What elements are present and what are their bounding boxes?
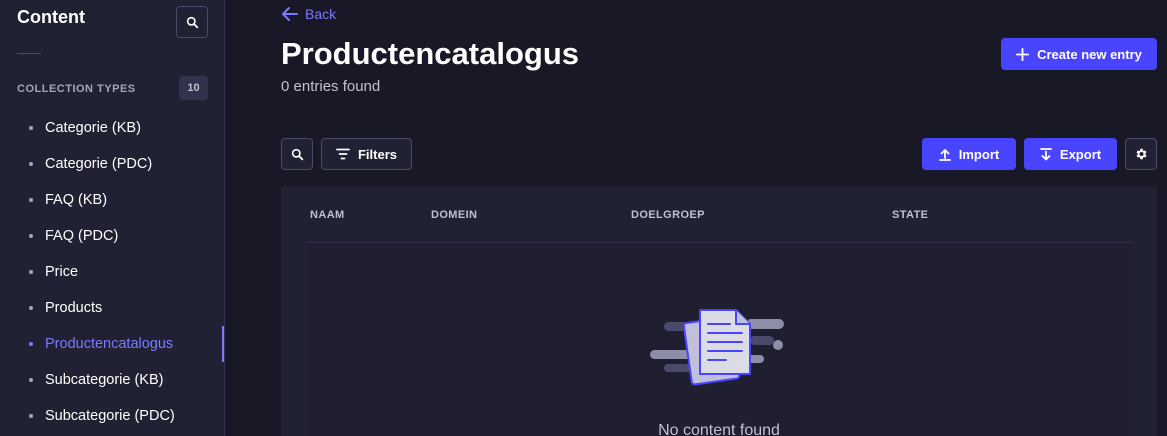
bullet-icon [29, 306, 33, 310]
import-button[interactable]: Import [922, 138, 1016, 170]
bullet-icon [29, 342, 33, 346]
filter-icon [336, 148, 350, 160]
arrow-left-icon [282, 7, 298, 21]
column-header-naam[interactable]: NAAM [310, 209, 345, 221]
sidebar-divider [17, 53, 41, 54]
sidebar-item-productencatalogus[interactable]: Productencatalogus [0, 326, 224, 362]
import-label: Import [958, 146, 1000, 162]
column-header-doelgroep[interactable]: DOELGROEP [631, 209, 705, 221]
empty-state-message: No content found [658, 422, 780, 436]
sidebar-item-label: Products [45, 300, 103, 316]
sidebar-item-subcategorie-pdc[interactable]: Subcategorie (PDC) [0, 398, 224, 434]
collection-types-count-badge: 10 [179, 76, 208, 100]
upload-icon [938, 148, 951, 161]
download-icon [1040, 147, 1052, 160]
bullet-icon [29, 414, 33, 418]
bullet-icon [29, 126, 33, 130]
export-button[interactable]: Export [1024, 138, 1117, 170]
sidebar-item-price[interactable]: Price [0, 254, 224, 290]
create-new-entry-label: Create new entry [1037, 46, 1142, 62]
bullet-icon [29, 234, 33, 238]
back-label: Back [305, 6, 337, 22]
gear-icon [1136, 148, 1147, 160]
bullet-icon [29, 270, 33, 274]
bullet-icon [29, 162, 33, 166]
search-icon [291, 148, 303, 160]
empty-state: No content found [306, 243, 1132, 436]
back-link[interactable]: Back [281, 6, 336, 22]
content-sidebar: Content COLLECTION TYPES 10 Categorie (K… [0, 0, 225, 436]
sidebar-item-faq-kb[interactable]: FAQ (KB) [0, 182, 224, 218]
plus-icon [1016, 47, 1030, 61]
sidebar-search-button[interactable] [176, 6, 208, 38]
sidebar-title: Content [17, 7, 85, 27]
sidebar-item-label: Categorie (KB) [45, 120, 141, 136]
bullet-icon [29, 198, 33, 202]
entries-count: 0 entries found [281, 78, 381, 95]
sidebar-item-label: FAQ (PDC) [45, 228, 119, 244]
sidebar-item-categorie-kb[interactable]: Categorie (KB) [0, 110, 224, 146]
bullet-icon [29, 378, 33, 382]
create-new-entry-button[interactable]: Create new entry [1001, 38, 1157, 70]
list-settings-button[interactable] [1125, 138, 1157, 170]
documents-illustration-icon [650, 309, 784, 386]
column-header-state[interactable]: STATE [892, 209, 928, 221]
sidebar-item-categorie-pdc[interactable]: Categorie (PDC) [0, 146, 224, 182]
collection-types-heading: COLLECTION TYPES [17, 83, 136, 95]
entries-table: NAAM DOMEIN DOELGROEP STATE No content f… [281, 186, 1157, 436]
search-button[interactable] [281, 138, 313, 170]
filters-button[interactable]: Filters [321, 138, 412, 170]
filters-label: Filters [357, 146, 397, 162]
sidebar-item-label: Productencatalogus [45, 336, 174, 352]
sidebar-item-label: Categorie (PDC) [45, 156, 153, 172]
collection-types-list: Categorie (KB) Categorie (PDC) FAQ (KB) … [0, 110, 224, 434]
sidebar-item-products[interactable]: Products [0, 290, 224, 326]
search-icon [186, 16, 198, 28]
sidebar-item-label: FAQ (KB) [45, 192, 108, 208]
export-label: Export [1059, 146, 1102, 162]
table-header: NAAM DOMEIN DOELGROEP STATE [306, 186, 1132, 243]
sidebar-item-label: Subcategorie (PDC) [45, 408, 175, 424]
sidebar-item-label: Price [45, 264, 79, 280]
sidebar-item-label: Subcategorie (KB) [45, 372, 164, 388]
sidebar-item-subcategorie-kb[interactable]: Subcategorie (KB) [0, 362, 224, 398]
page-title: Productencatalogus [281, 36, 579, 71]
sidebar-item-faq-pdc[interactable]: FAQ (PDC) [0, 218, 224, 254]
column-header-domein[interactable]: DOMEIN [431, 209, 477, 221]
